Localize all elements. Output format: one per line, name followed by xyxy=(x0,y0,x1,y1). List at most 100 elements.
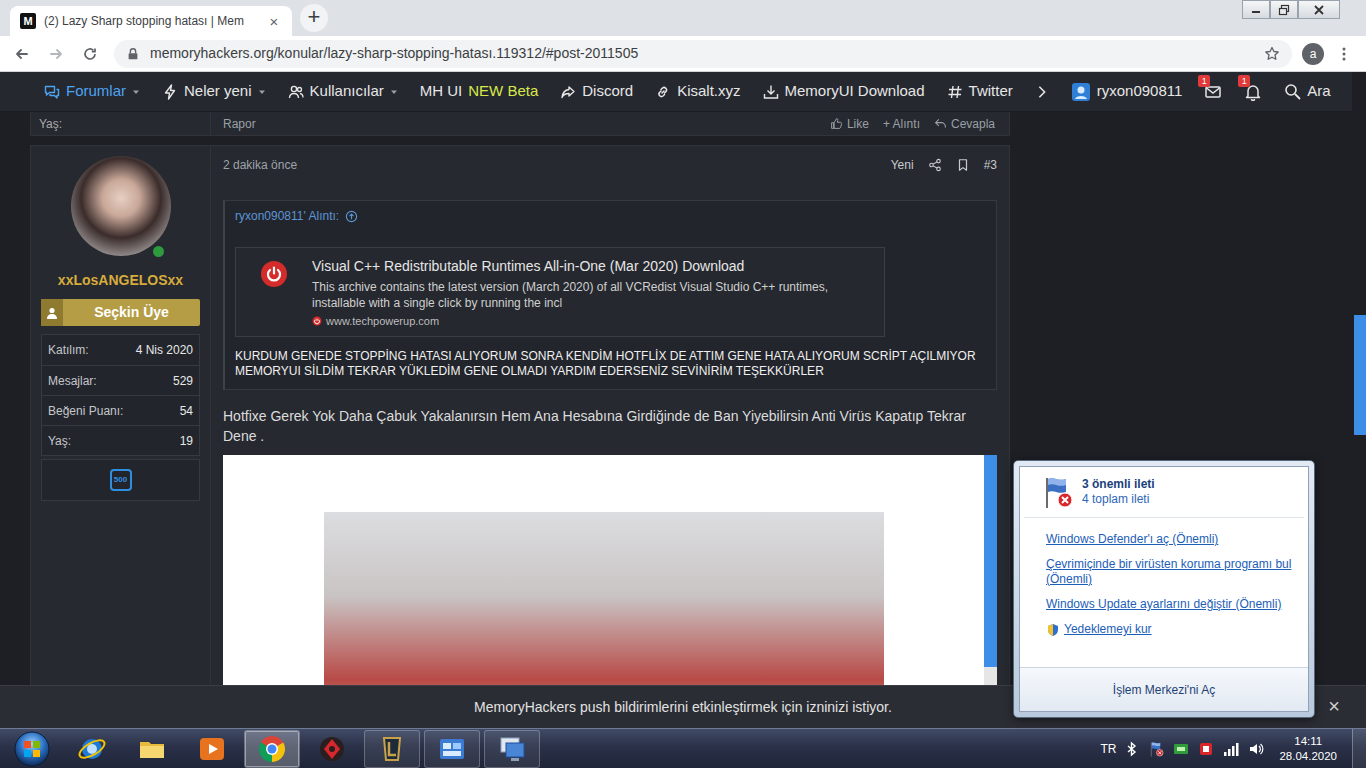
nav-item[interactable]: Forumlar xyxy=(44,80,140,103)
hash-icon xyxy=(947,84,963,100)
search-label: Ara xyxy=(1307,80,1330,103)
share-button[interactable] xyxy=(928,158,942,172)
close-icon xyxy=(1312,4,1326,16)
new-label: Yeni xyxy=(891,156,914,174)
close-button[interactable] xyxy=(1298,0,1340,19)
taskbar-app-face[interactable] xyxy=(185,731,239,767)
taskbar-app-face[interactable] xyxy=(365,731,419,767)
reload-icon xyxy=(82,46,98,62)
post-actions: Like + Alıntı Cevapla xyxy=(830,115,1009,133)
nav-item[interactable]: MH UINEW Beta xyxy=(420,80,539,103)
post-body: 2 dakika önceYeni#3ryxon090811' Alıntı:V… xyxy=(211,146,1009,728)
taskbar-app-face[interactable] xyxy=(245,731,299,767)
nav-item[interactable]: Discord xyxy=(560,80,633,103)
taskbar-app[interactable] xyxy=(184,730,240,768)
search-icon xyxy=(1284,83,1301,100)
push-close-button[interactable]: × xyxy=(1328,696,1340,716)
open-action-center-link[interactable]: İşlem Merkezi'ni Aç xyxy=(1020,667,1308,711)
taskbar-app[interactable] xyxy=(304,730,360,768)
restore-button[interactable] xyxy=(1270,0,1298,19)
action-link[interactable]: Yedeklemeyi kur xyxy=(1046,622,1302,637)
taskbar-app[interactable] xyxy=(64,730,120,768)
new-tab-button[interactable]: + xyxy=(300,4,328,32)
bookmark-button[interactable] xyxy=(956,158,970,172)
post-author: xxLosANGELOSxxSeçkin ÜyeKatılım:4 Nis 20… xyxy=(31,146,211,728)
action-link[interactable]: Windows Defender'ı aç (Önemli) xyxy=(1046,532,1302,547)
tab-close-button[interactable]: × xyxy=(266,14,282,29)
report-link[interactable]: Rapor xyxy=(211,115,256,133)
taskbar-app[interactable] xyxy=(364,730,420,768)
nav-item[interactable]: Neler yeni xyxy=(162,80,266,103)
avatar[interactable] xyxy=(71,156,171,256)
author-name[interactable]: xxLosANGELOSxx xyxy=(41,270,200,291)
taskbar-app[interactable] xyxy=(244,730,300,768)
profile-button[interactable]: a xyxy=(1302,43,1324,65)
tab-title: (2) Lazy Sharp stopping hatası | Mem xyxy=(44,12,258,30)
nav-more-button[interactable] xyxy=(1035,84,1049,100)
browser-tab[interactable]: M(2) Lazy Sharp stopping hatası | Mem× xyxy=(10,6,292,36)
trophy-badge[interactable]: 500 xyxy=(110,469,132,491)
stat-value: 4 Nis 2020 xyxy=(136,341,193,359)
user-menu[interactable]: ryxon090811 xyxy=(1071,80,1183,103)
site-name: www.techpowerup.com xyxy=(326,314,439,328)
alerts-button[interactable]: 1 xyxy=(1244,83,1262,101)
user-name: ryxon090811 xyxy=(1097,80,1183,103)
post-action[interactable]: Like xyxy=(830,115,869,133)
action-link[interactable]: Windows Update ayarlarını değiştir (Önem… xyxy=(1046,597,1302,612)
show-desktop-button[interactable] xyxy=(1352,729,1366,768)
language-indicator[interactable]: TR xyxy=(1100,740,1116,758)
quote-text: KURDUM GENEDE STOPPİNG HATASI ALIYORUM S… xyxy=(235,349,986,379)
clock-date: 28.04.2020 xyxy=(1279,749,1337,764)
back-button[interactable] xyxy=(8,40,36,68)
important-count[interactable]: 3 önemli ileti xyxy=(1082,477,1155,492)
search-button[interactable]: Ara xyxy=(1284,80,1330,103)
link-preview[interactable]: Visual C++ Redistributable Runtimes All-… xyxy=(235,247,885,337)
forward-button[interactable] xyxy=(42,40,70,68)
bookmark-star-icon xyxy=(1264,46,1280,62)
nav-item[interactable]: Kisalt.xyz xyxy=(655,80,740,103)
taskbar: TR 14:1128.04.2020 xyxy=(0,728,1366,768)
taskbar-app-face[interactable] xyxy=(65,731,119,767)
action-link[interactable]: Çevrimiçinde bir virüsten koruma program… xyxy=(1046,557,1302,587)
taskbar-app-face[interactable] xyxy=(425,731,479,767)
chrome-icon xyxy=(257,734,287,764)
menu-button[interactable] xyxy=(1330,40,1358,68)
jump-up-icon xyxy=(345,210,358,223)
start-button[interactable] xyxy=(4,729,60,768)
nav-item[interactable]: MemoryUI Download xyxy=(763,80,925,103)
nav-item[interactable]: Kullanıcılar xyxy=(288,80,398,103)
dropdown-caret-icon xyxy=(258,88,266,96)
inbox-button[interactable]: 1 xyxy=(1204,83,1222,101)
post-number[interactable]: #3 xyxy=(984,156,997,174)
taskbar-app[interactable] xyxy=(424,730,480,768)
download-icon xyxy=(763,84,779,100)
nav-label: MH UI xyxy=(420,80,463,103)
taskbar-app-face[interactable] xyxy=(125,731,179,767)
taskbar-app[interactable] xyxy=(124,730,180,768)
address-bar[interactable]: memoryhackers.org/konular/lazy-sharp-sto… xyxy=(114,40,1292,68)
network-signal-icon xyxy=(1223,741,1239,757)
bluetooth-icon xyxy=(1125,741,1139,757)
post-action[interactable]: Cevapla xyxy=(934,115,995,133)
scrollbar-thumb[interactable] xyxy=(1354,315,1366,435)
clock[interactable]: 14:1128.04.2020 xyxy=(1273,734,1343,764)
quote-header[interactable]: ryxon090811' Alıntı: xyxy=(235,209,986,223)
minimize-button[interactable] xyxy=(1242,0,1270,19)
address-text[interactable]: memoryhackers.org/konular/lazy-sharp-sto… xyxy=(150,43,1254,64)
signature-scroll-thumb[interactable] xyxy=(984,455,997,667)
screen: M(2) Lazy Sharp stopping hatası | Mem×+m… xyxy=(0,0,1366,768)
menu-dots-icon xyxy=(1336,46,1352,62)
action-link-label: Windows Update ayarlarını değiştir (Önem… xyxy=(1046,597,1281,612)
stat-label: Yaş: xyxy=(48,432,71,450)
nav-item[interactable]: Twitter xyxy=(947,80,1013,103)
post-action[interactable]: + Alıntı xyxy=(883,115,920,133)
taskbar-app-face[interactable] xyxy=(485,731,539,767)
taskbar-app[interactable] xyxy=(484,730,540,768)
preview-title[interactable]: Visual C++ Redistributable Runtimes All-… xyxy=(312,258,854,275)
taskbar-app-face[interactable] xyxy=(305,731,359,767)
reload-button[interactable] xyxy=(76,40,104,68)
page-scrollbar[interactable] xyxy=(1352,72,1366,728)
total-count[interactable]: 4 toplam ileti xyxy=(1082,492,1155,507)
nav-tag: NEW Beta xyxy=(468,80,538,103)
action-link-label: Windows Defender'ı aç (Önemli) xyxy=(1046,532,1218,547)
